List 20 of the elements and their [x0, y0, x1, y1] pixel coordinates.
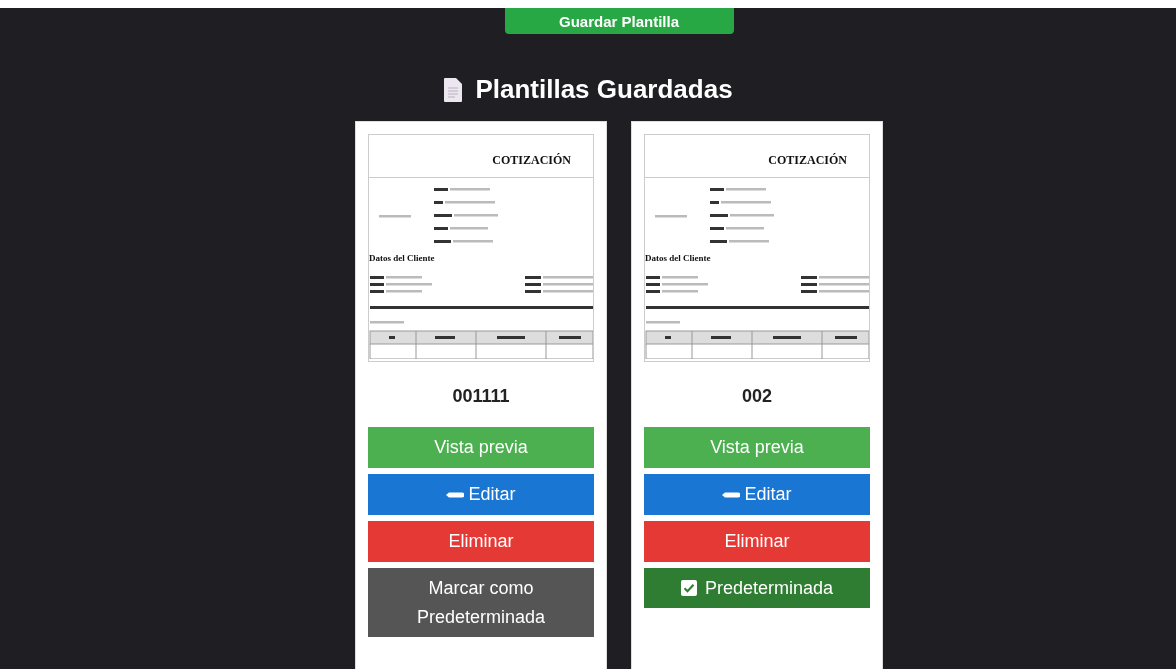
preview-button[interactable]: Vista previa	[644, 427, 870, 468]
document-icon	[443, 76, 464, 103]
pencil-icon	[446, 491, 465, 498]
section-title: Plantillas Guardadas	[475, 74, 733, 105]
document-subtitle: Datos del Cliente	[369, 253, 436, 263]
preview-button[interactable]: Vista previa	[368, 427, 594, 468]
default-button[interactable]: Predeterminada	[644, 568, 870, 608]
default-button[interactable]: Marcar como Predeterminada	[368, 568, 594, 637]
save-template-button[interactable]: Guardar Plantilla	[504, 8, 734, 34]
edit-button[interactable]: Editar	[644, 474, 870, 515]
template-name: 001111	[451, 386, 511, 407]
edit-button[interactable]: Editar	[368, 474, 594, 515]
template-name: 002	[740, 386, 773, 407]
document-title: COTIZACIÓN	[492, 153, 571, 168]
delete-button[interactable]: Eliminar	[368, 521, 594, 562]
document-subtitle: Datos del Cliente	[645, 253, 712, 263]
delete-button[interactable]: Eliminar	[644, 521, 870, 562]
pencil-icon	[722, 491, 741, 498]
check-icon	[680, 580, 697, 596]
document-title: COTIZACIÓN	[768, 153, 847, 168]
